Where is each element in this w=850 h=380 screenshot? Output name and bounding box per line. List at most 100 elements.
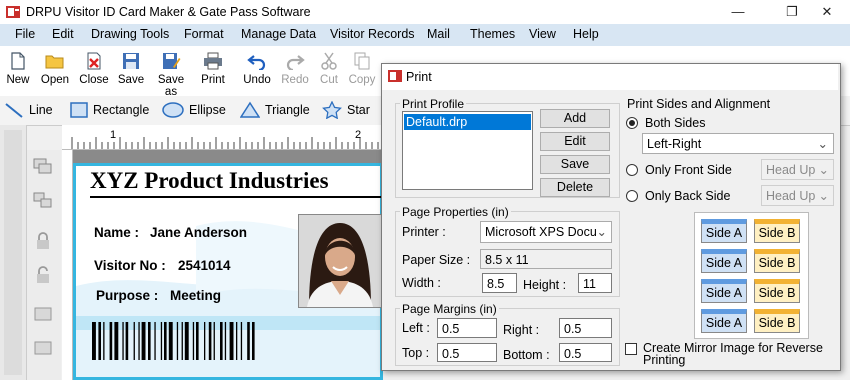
right-margin-label: Right : [503,323,540,337]
menu-drawing-tools[interactable]: Drawing Tools [91,27,169,41]
menu-mail[interactable]: Mail [427,27,450,41]
side-b-preview: Side B [754,249,800,273]
paper-size-field[interactable]: 8.5 x 11 [480,249,612,269]
save-as-button[interactable]: Save as [151,50,191,98]
barcode-bar [213,322,215,360]
ruler-label-2: 2 [355,129,362,141]
copy-label: Copy [348,74,376,86]
send-back-icon[interactable] [33,340,53,356]
barcode-bar [240,322,243,360]
undo-label: Undo [243,74,271,86]
barcode-bar [141,322,146,360]
ruler-label-1: 1 [110,129,117,141]
height-input[interactable]: 11 [578,273,612,293]
add-profile-button[interactable]: Add [540,109,610,128]
barcode-bar [160,322,163,360]
lock-icon[interactable] [35,232,51,250]
save-button[interactable]: Save [117,50,145,92]
barcode-bar [229,322,234,360]
star-icon [322,101,342,119]
close-button[interactable]: Close [78,50,110,92]
side-b-preview: Side B [754,309,800,333]
bring-front-icon[interactable] [33,306,53,322]
barcode-bar [138,322,140,360]
dialog-title-bar [382,64,838,90]
printer-select-value: Microsoft XPS Docu [485,225,597,239]
cut-button[interactable]: Cut [317,50,341,92]
print-button[interactable]: Print [199,50,227,92]
barcode-bar [184,322,189,360]
triangle-tool[interactable]: Triangle [240,100,310,120]
ellipse-tool[interactable]: Ellipse [162,100,226,120]
mirror-image-label: Create Mirror Image for Reverse Printing [643,341,823,367]
back-side-label: Only Back Side [645,189,731,203]
undo-button[interactable]: Undo [241,50,273,92]
menu-edit[interactable]: Edit [52,27,74,41]
visitor-photo[interactable] [298,214,382,308]
minimize-icon[interactable]: — [715,0,761,24]
width-input[interactable]: 8.5 [482,273,517,293]
edit-profile-button[interactable]: Edit [540,132,610,151]
barcode-bar [103,322,105,360]
alignment-select[interactable]: Left-Right ⌄ [642,133,834,154]
front-side-label: Only Front Side [645,163,732,177]
copy-icon [354,52,370,70]
star-tool[interactable]: Star [322,100,370,120]
front-head-value: Head Up [766,163,816,177]
top-margin-input[interactable]: 0.5 [437,343,497,362]
barcode-bar [98,322,101,360]
close-window-icon[interactable]: ✕ [804,0,850,24]
vertical-ruler [62,150,73,380]
line-tool[interactable]: Line [4,100,53,120]
front-side-radio[interactable] [626,164,638,176]
right-margin-input[interactable]: 0.5 [559,318,612,338]
side-b-preview: Side B [754,279,800,303]
profile-list-item[interactable]: Default.drp [404,114,531,130]
menu-manage-data[interactable]: Manage Data [241,27,316,41]
menu-visitor-records[interactable]: Visitor Records [330,27,415,41]
card-purpose-value: Meeting [170,288,222,303]
both-sides-radio[interactable] [626,117,638,129]
barcode-bar [154,322,156,360]
copy-button[interactable]: Copy [347,50,377,92]
rectangle-icon [70,102,88,118]
ungroup-icon[interactable] [33,192,53,208]
back-side-radio[interactable] [626,190,638,202]
new-button[interactable]: New [4,50,32,92]
barcode-bar [220,322,223,360]
line-icon [5,103,23,118]
menu-themes[interactable]: Themes [470,27,515,41]
menu-file[interactable]: File [15,27,35,41]
rectangle-tool[interactable]: Rectangle [70,100,149,120]
open-button[interactable]: Open [39,50,71,92]
bottom-margin-input[interactable]: 0.5 [559,343,612,362]
card-name-label: Name : [94,225,140,240]
menu-format[interactable]: Format [184,27,224,41]
group-icon[interactable] [33,158,53,174]
front-head-select[interactable]: Head Up ⌄ [761,159,834,180]
unlock-icon[interactable] [35,266,51,284]
printer-icon [204,52,222,70]
printer-select[interactable]: Microsoft XPS Docu ⌄ [480,221,612,243]
card-divider [90,196,383,198]
save-profile-button[interactable]: Save [540,155,610,174]
menu-help[interactable]: Help [573,27,599,41]
print-dialog-icon [387,68,403,84]
barcode-bar [204,322,206,360]
menu-view[interactable]: View [529,27,556,41]
chevron-down-icon: ⌄ [818,189,829,203]
left-panel-tab[interactable] [4,130,22,375]
card-purpose-label: Purpose : [96,288,159,303]
save-icon [123,53,139,69]
barcode-bar [224,322,227,360]
back-head-select[interactable]: Head Up ⌄ [761,185,834,206]
delete-profile-button[interactable]: Delete [540,178,610,197]
chevron-down-icon: ⌄ [596,225,607,239]
redo-button[interactable]: Redo [280,50,310,92]
alignment-select-value: Left-Right [647,137,702,151]
mirror-image-checkbox[interactable] [625,343,637,355]
left-margin-input[interactable]: 0.5 [437,318,497,338]
barcode-bar [133,322,135,360]
triangle-icon [240,101,260,118]
save-label: Save [117,74,145,86]
